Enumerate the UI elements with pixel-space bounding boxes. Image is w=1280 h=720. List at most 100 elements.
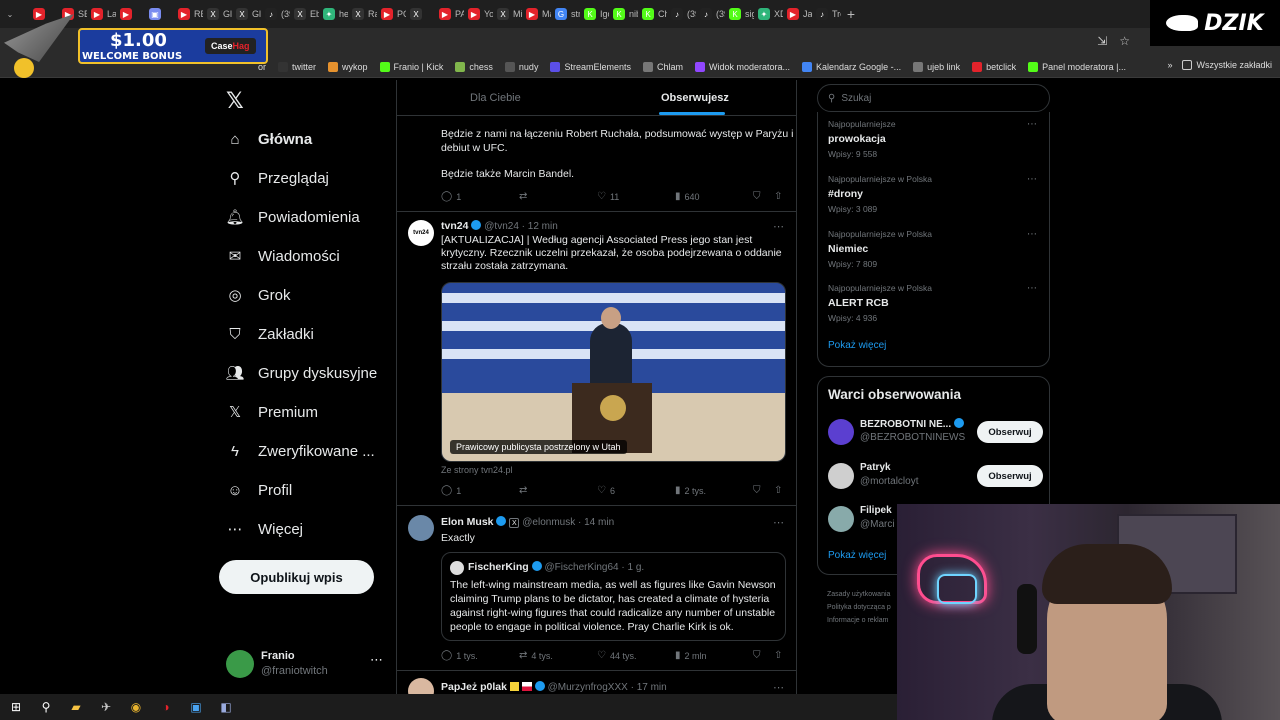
share-button[interactable]: ⇧ bbox=[774, 191, 782, 202]
more-bookmarks-icon[interactable]: » bbox=[1167, 60, 1172, 70]
follow-button[interactable]: Obserwuj bbox=[977, 421, 1043, 443]
footer-link[interactable]: Zasady użytkowania bbox=[827, 588, 891, 601]
star-icon[interactable]: ☆ bbox=[1119, 34, 1130, 48]
footer-link[interactable]: Informacje o reklam bbox=[827, 614, 891, 627]
browser-tab[interactable]: X Ras bbox=[348, 3, 377, 25]
repost-button[interactable]: ⇄ bbox=[519, 485, 531, 496]
post-image[interactable]: Prawicowy publicysta postrzelony w Utah bbox=[441, 282, 786, 462]
browser-tab[interactable]: ✦ XD bbox=[754, 3, 783, 25]
bookmark-item[interactable]: twitter bbox=[278, 61, 316, 72]
share-button[interactable]: ⇧ bbox=[774, 650, 782, 661]
footer-link[interactable]: Polityka dotycząca p bbox=[827, 601, 891, 614]
windows-start-icon[interactable]: ⊞ bbox=[8, 699, 24, 715]
browser-tab[interactable]: Knib bbox=[609, 3, 638, 25]
more-dots-icon[interactable]: ⋯ bbox=[370, 652, 383, 668]
avatar[interactable]: tvn24 bbox=[408, 220, 434, 246]
avatar[interactable] bbox=[408, 515, 434, 541]
browser-tab[interactable]: Gstra bbox=[551, 3, 580, 25]
show-more-link[interactable]: Pokaż więcej bbox=[828, 550, 886, 561]
nav-item-mail[interactable]: ✉ Wiadomości bbox=[226, 247, 340, 266]
bookmark-item[interactable]: ujeb link bbox=[913, 61, 960, 72]
browser-tab[interactable]: ♪ Tre bbox=[812, 3, 841, 25]
more-dots-icon[interactable]: ⋯ bbox=[1027, 174, 1037, 185]
author-name[interactable]: Elon Musk bbox=[441, 516, 494, 528]
browser-tab[interactable]: Ksig bbox=[725, 3, 754, 25]
reply-button[interactable]: ◯ 1 tys. bbox=[441, 650, 478, 661]
bookmark-item[interactable]: Franio | Kick bbox=[379, 61, 443, 72]
post-button[interactable]: Opublikuj wpis bbox=[219, 560, 374, 594]
browser-tab[interactable]: K Igo bbox=[580, 3, 609, 25]
nav-item-more-circle[interactable]: ⋯ Więcej bbox=[226, 520, 304, 539]
bookmark-item[interactable]: chess bbox=[455, 61, 493, 72]
like-button[interactable]: ♡ 6 bbox=[597, 485, 615, 496]
nav-item-grok[interactable]: ◎ Grok bbox=[226, 286, 290, 305]
author-name[interactable]: PapJeż p0lak bbox=[441, 681, 507, 693]
trend-item[interactable]: Najpopularniejsze w Polska ALERT RCB Wpisy… bbox=[828, 283, 1043, 323]
author-handle[interactable]: @tvn24 · 12 min bbox=[484, 221, 558, 232]
views-button[interactable]: ▮ 2 tys. bbox=[675, 485, 706, 496]
browser-tab[interactable]: ✦ hel bbox=[319, 3, 348, 25]
author-handle[interactable]: @MurzynfrogXXX · 17 min bbox=[548, 682, 667, 693]
browser-tab[interactable]: ▶ PA bbox=[435, 3, 464, 25]
browser-tab[interactable]: ▶ You bbox=[464, 3, 493, 25]
new-tab-button[interactable]: + bbox=[841, 6, 861, 22]
reply-button[interactable]: ◯ 1 bbox=[441, 191, 461, 202]
link-source[interactable]: Ze strony tvn24.pl bbox=[441, 465, 513, 475]
x-logo-icon[interactable]: 𝕏 bbox=[226, 88, 244, 114]
bookmark-button[interactable]: ⛉ bbox=[753, 650, 761, 661]
browser-tab[interactable]: ♪ (39 bbox=[667, 3, 696, 25]
more-dots-icon[interactable]: ⋯ bbox=[1027, 119, 1037, 130]
more-dots-icon[interactable]: ⋯ bbox=[773, 220, 784, 233]
app-icon-3[interactable]: ◧ bbox=[218, 699, 234, 715]
bookmark-item[interactable]: StreamElements bbox=[550, 61, 631, 72]
all-bookmarks-folder[interactable]: Wszystkie zakładki bbox=[1182, 60, 1272, 70]
bookmark-item[interactable]: nudy bbox=[504, 61, 538, 72]
obs-icon[interactable]: ◑ bbox=[158, 699, 174, 715]
quoted-post[interactable]: FischerKing @FischerKing64 · 1 g. The le… bbox=[441, 552, 786, 641]
more-dots-icon[interactable]: ⋯ bbox=[1027, 283, 1037, 294]
tab-for-you[interactable]: Dla Ciebie bbox=[470, 92, 521, 104]
chrome-icon[interactable]: ◉ bbox=[128, 699, 144, 715]
nav-item-profile[interactable]: ☺ Profil bbox=[226, 481, 292, 499]
nav-item-lightning[interactable]: ϟ Zweryfikowane ... bbox=[226, 442, 375, 460]
app-icon[interactable]: ✈ bbox=[98, 699, 114, 715]
browser-tab[interactable]: X Ebr bbox=[290, 3, 319, 25]
reply-button[interactable]: ◯ 1 bbox=[441, 485, 461, 496]
nav-item-home[interactable]: ⌂ Główna bbox=[226, 130, 312, 148]
trend-item[interactable]: Najpopularniejsze w Polska #drony Wpisy: 3… bbox=[828, 174, 1043, 214]
nav-item-communities[interactable]: 👥︎ Grupy dyskusyjne bbox=[225, 364, 377, 383]
author-handle[interactable]: @elonmusk · 14 min bbox=[522, 517, 614, 528]
repost-button[interactable]: ⇄ 4 tys. bbox=[519, 650, 553, 661]
app-icon-2[interactable]: ▣ bbox=[188, 699, 204, 715]
author-name[interactable]: tvn24 bbox=[441, 220, 468, 232]
browser-tab[interactable]: X Mir bbox=[493, 3, 522, 25]
file-explorer-icon[interactable]: ▰ bbox=[68, 699, 84, 715]
bookmark-item[interactable]: betclick bbox=[972, 61, 1016, 72]
show-more-link[interactable]: Pokaż więcej bbox=[828, 340, 886, 351]
more-dots-icon[interactable]: ⋯ bbox=[1027, 229, 1037, 240]
nav-item-x-premium[interactable]: 𝕏 Premium bbox=[226, 403, 318, 422]
like-button[interactable]: ♡ 11 bbox=[597, 191, 619, 202]
nav-item-bookmark[interactable]: ⛉ Zakładki bbox=[226, 325, 314, 343]
bookmark-item[interactable]: wykop bbox=[328, 61, 368, 72]
follow-suggestion[interactable]: Patryk @mortalcloyt Obserwuj bbox=[828, 461, 1043, 491]
browser-tab[interactable]: ▶ Ma bbox=[522, 3, 551, 25]
follow-suggestion[interactable]: BEZROBOTNI NE... @BEZROBOTNINEWS Obserwuj bbox=[828, 417, 1043, 447]
follow-button[interactable]: Obserwuj bbox=[977, 465, 1043, 487]
bookmark-button[interactable]: ⛉ bbox=[753, 191, 761, 202]
repost-button[interactable]: ⇄ bbox=[519, 191, 531, 202]
install-icon[interactable]: ⇲ bbox=[1097, 34, 1107, 48]
share-button[interactable]: ⇧ bbox=[774, 485, 782, 496]
browser-tab[interactable]: X bbox=[406, 3, 435, 25]
search-icon[interactable]: ⚲ bbox=[38, 699, 54, 715]
nav-item-search[interactable]: ⚲ Przeglądaj bbox=[226, 169, 329, 188]
bookmark-item[interactable]: Widok moderatora... bbox=[695, 61, 790, 72]
avatar[interactable] bbox=[408, 678, 434, 694]
views-button[interactable]: ▮ 640 bbox=[675, 191, 700, 202]
bookmark-item[interactable]: Kalendarz Google -... bbox=[802, 61, 901, 72]
browser-tab[interactable]: ▶ PO bbox=[377, 3, 406, 25]
account-switcher[interactable]: Franio @franiotwitch ⋯ bbox=[226, 648, 386, 682]
bookmark-item[interactable]: Chlam bbox=[642, 61, 683, 72]
browser-tab[interactable]: ▶ Jak bbox=[783, 3, 812, 25]
tab-following[interactable]: Obserwujesz bbox=[661, 92, 729, 104]
